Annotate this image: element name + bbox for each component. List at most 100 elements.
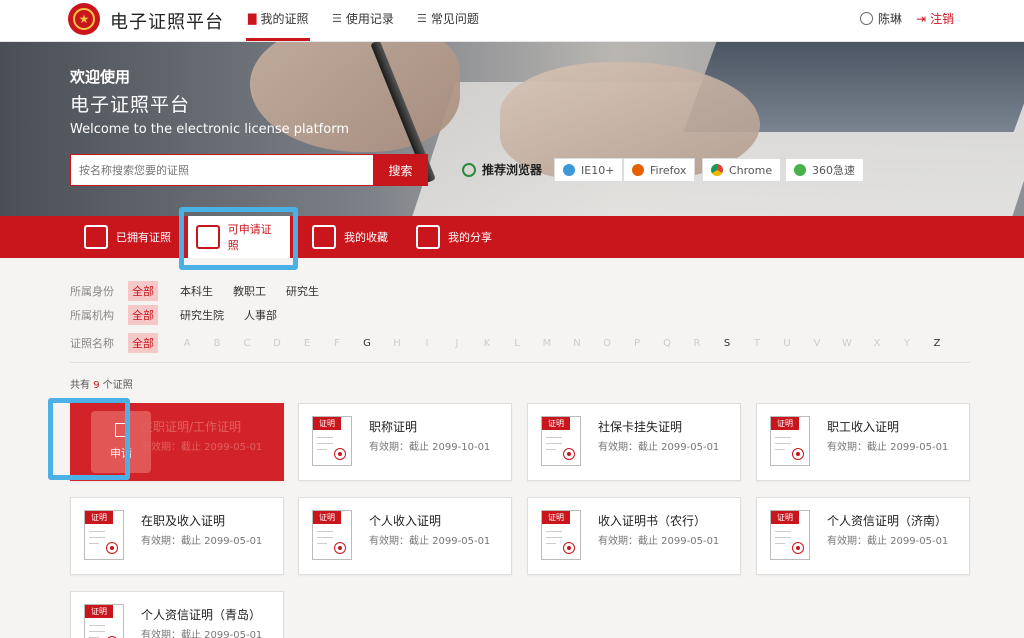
- browser-chrome-button[interactable]: Chrome: [702, 158, 782, 182]
- card-validity: 有效期：截止 2099-05-01: [598, 536, 720, 547]
- certificate-icon: 证明: [312, 510, 352, 560]
- count-suffix: 个证照: [102, 380, 133, 391]
- browser-label: IE10+: [581, 163, 615, 177]
- letter-filter-f[interactable]: F: [322, 338, 352, 349]
- search-button[interactable]: 搜索: [373, 154, 428, 186]
- letter-filter-d[interactable]: D: [262, 338, 292, 349]
- letter-filter-v[interactable]: V: [802, 338, 832, 349]
- letter-filter-y[interactable]: Y: [892, 338, 922, 349]
- license-card[interactable]: 证明 社保卡挂失证明 有效期：截止 2099-05-01: [527, 403, 741, 481]
- browser-ie-button[interactable]: IE10+: [554, 158, 624, 182]
- card-validity: 有效期：截止 2099-05-01: [141, 442, 263, 453]
- filter-option[interactable]: 教职工: [233, 283, 266, 299]
- organization-filter: 所属机构 全部 研究生院 人事部: [70, 305, 297, 325]
- license-card[interactable]: 证明 个人资信证明（青岛） 有效期：截止 2099-05-01: [70, 591, 284, 638]
- seal-icon: [334, 542, 346, 554]
- license-card[interactable]: 证明 收入证明书（农行） 有效期：截止 2099-05-01: [527, 497, 741, 575]
- letter-filter-p[interactable]: P: [622, 338, 652, 349]
- logout-button[interactable]: ⇥ 注销: [916, 10, 954, 27]
- divider: [70, 362, 970, 363]
- letter-filter-l[interactable]: L: [502, 338, 532, 349]
- certificate-icon: 证明: [541, 510, 581, 560]
- identity-filter: 所属身份 全部 本科生 教职工 研究生: [70, 281, 339, 301]
- card-validity: 有效期：截止 2099-05-01: [369, 536, 491, 547]
- license-card[interactable]: 证明 职称证明 有效期：截止 2099-10-01: [298, 403, 512, 481]
- license-card[interactable]: 证明 个人收入证明有效期：截止 2099-05-01: [298, 497, 512, 575]
- letter-filter-z[interactable]: Z: [922, 338, 952, 349]
- certificate-icon: 证明: [770, 510, 810, 560]
- card-title: 社保卡挂失证明: [598, 420, 683, 434]
- seal-icon: [334, 448, 346, 460]
- letter-filter-e[interactable]: E: [292, 338, 322, 349]
- letter-filter-t[interactable]: T: [742, 338, 772, 349]
- letter-filter-c[interactable]: C: [232, 338, 262, 349]
- letter-filter-x[interactable]: X: [862, 338, 892, 349]
- logout-icon: ⇥: [916, 11, 927, 26]
- logout-label: 注销: [930, 12, 955, 26]
- card-title: 收入证明书（农行）: [598, 514, 707, 528]
- letter-filter-g[interactable]: G: [352, 338, 382, 349]
- card-title: 个人收入证明: [369, 514, 442, 528]
- chrome-icon: [711, 164, 723, 176]
- card-title: 职称证明: [369, 420, 418, 434]
- card-title: 在职证明/工作证明: [141, 420, 242, 434]
- certificate-icon: 证明: [84, 510, 124, 560]
- letter-filter-s[interactable]: S: [712, 338, 742, 349]
- firefox-icon: [632, 164, 644, 176]
- filter-option[interactable]: 研究生院: [180, 307, 224, 323]
- license-card[interactable]: 证明 在职及收入证明 有效期：截止 2099-05-01: [70, 497, 284, 575]
- letter-filter-w[interactable]: W: [832, 338, 862, 349]
- nav-label: 常见问题: [430, 12, 479, 26]
- filter-label: 所属身份: [70, 285, 114, 298]
- filter-option-all[interactable]: 全部: [128, 333, 158, 353]
- nav-faq[interactable]: ☰ 常见问题: [417, 10, 479, 27]
- filter-label: 证照名称: [70, 337, 114, 350]
- letter-filter-o[interactable]: O: [592, 338, 622, 349]
- letter-filter-k[interactable]: K: [472, 338, 502, 349]
- recommend-text: 推荐浏览器: [482, 163, 543, 177]
- filter-option[interactable]: 本科生: [180, 283, 213, 299]
- letter-filter-u[interactable]: U: [772, 338, 802, 349]
- certificate-icon: 证明: [541, 416, 581, 466]
- card-title: 在职及收入证明: [141, 514, 226, 528]
- user-menu[interactable]: 陈琳: [860, 10, 902, 27]
- card-title: 个人资信证明（济南）: [827, 514, 948, 528]
- letter-filter-a[interactable]: A: [172, 338, 202, 349]
- letter-filter-b[interactable]: B: [202, 338, 232, 349]
- welcome-subtitle: Welcome to the electronic license platfo…: [70, 122, 349, 137]
- nav-usage-records[interactable]: ☰ 使用记录: [332, 10, 394, 27]
- letter-filter-r[interactable]: R: [682, 338, 712, 349]
- letter-filter-n[interactable]: N: [562, 338, 592, 349]
- filter-option-all[interactable]: 全部: [128, 281, 158, 301]
- filter-option[interactable]: 人事部: [244, 307, 277, 323]
- highlight-box: [179, 207, 298, 270]
- welcome-title: 电子证照平台: [70, 94, 191, 116]
- nav-label: 我的证照: [260, 12, 309, 26]
- seal-icon: [792, 542, 804, 554]
- count-number: 9: [93, 380, 100, 391]
- letter-filter-i[interactable]: I: [412, 338, 442, 349]
- card-validity: 有效期：截止 2099-05-01: [827, 536, 949, 547]
- letter-filter-h[interactable]: H: [382, 338, 412, 349]
- nav-my-licenses[interactable]: ▇ 我的证照: [248, 10, 308, 27]
- browser-firefox-button[interactable]: Firefox: [623, 158, 696, 182]
- license-card[interactable]: 证明 职工收入证明 有效期：截止 2099-05-01: [756, 403, 970, 481]
- card-validity: 有效期：截止 2099-05-01: [141, 630, 263, 638]
- letter-filter-j[interactable]: J: [442, 338, 472, 349]
- tab-my-shares[interactable]: 我的分享: [416, 216, 492, 258]
- certificate-tag: 证明: [542, 417, 570, 430]
- count-prefix: 共有: [70, 380, 90, 391]
- search-input[interactable]: [70, 154, 374, 186]
- browser-360-button[interactable]: 360急速: [785, 158, 864, 182]
- license-card[interactable]: 证明 个人资信证明（济南） 有效期：截止 2099-05-01: [756, 497, 970, 575]
- tab-owned-licenses[interactable]: 已拥有证照: [84, 216, 171, 258]
- filter-option-all[interactable]: 全部: [128, 305, 158, 325]
- document-icon: ▇: [248, 12, 257, 25]
- letter-filter-m[interactable]: M: [532, 338, 562, 349]
- filter-option[interactable]: 研究生: [286, 283, 319, 299]
- certificate-tag: 证明: [313, 511, 341, 524]
- nav-label: 使用记录: [345, 12, 394, 26]
- certificate-tag: 证明: [313, 417, 341, 430]
- letter-filter-q[interactable]: Q: [652, 338, 682, 349]
- tab-my-favorites[interactable]: 我的收藏: [312, 216, 388, 258]
